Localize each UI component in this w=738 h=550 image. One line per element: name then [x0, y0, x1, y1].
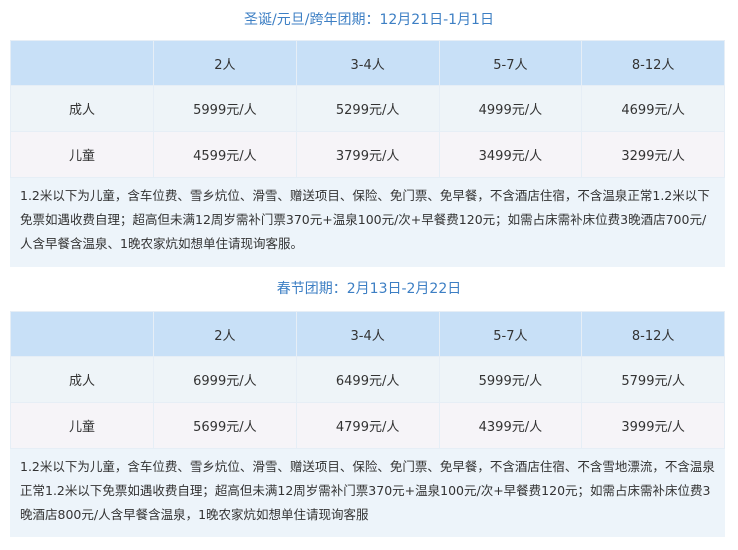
header-cell-2-people: 2人 [153, 311, 297, 357]
price-cell: 5299元/人 [295, 85, 440, 132]
row-label-child: 儿童 [10, 402, 154, 449]
table-row-child: 儿童 5699元/人 4799元/人 4399元/人 3999元/人 [10, 402, 725, 449]
header-cell-2-people: 2人 [153, 40, 297, 86]
price-cell: 5699元/人 [153, 402, 297, 449]
price-table-holiday: 2人 3-4人 5-7人 8-12人 成人 5999元/人 5299元/人 49… [10, 40, 725, 178]
header-cell-5-7-people: 5-7人 [438, 311, 583, 357]
price-cell: 3499元/人 [438, 131, 583, 178]
header-cell-5-7-people: 5-7人 [438, 40, 583, 86]
price-cell: 5799元/人 [581, 356, 725, 403]
price-table-spring-festival: 2人 3-4人 5-7人 8-12人 成人 6999元/人 6499元/人 59… [10, 311, 725, 449]
header-cell-3-4-people: 3-4人 [295, 311, 440, 357]
section-title-spring-festival: 春节团期：2月13日-2月22日 [276, 281, 462, 297]
header-cell-empty [10, 311, 154, 357]
price-cell: 4999元/人 [438, 85, 583, 132]
header-cell-8-12-people: 8-12人 [581, 311, 725, 357]
price-cell: 4699元/人 [581, 85, 725, 132]
price-cell: 4799元/人 [295, 402, 440, 449]
table-row-adult: 成人 5999元/人 5299元/人 4999元/人 4699元/人 [10, 85, 725, 132]
table-row-adult: 成人 6999元/人 6499元/人 5999元/人 5799元/人 [10, 356, 725, 403]
header-cell-empty [10, 40, 154, 86]
table-row-child: 儿童 4599元/人 3799元/人 3499元/人 3299元/人 [10, 131, 725, 178]
price-page: 圣诞/元旦/跨年团期：12月21日-1月1日 2人 3-4人 5-7人 8-12… [0, 0, 738, 550]
header-cell-8-12-people: 8-12人 [581, 40, 725, 86]
row-label-child: 儿童 [10, 131, 154, 178]
price-cell: 3999元/人 [581, 402, 725, 449]
price-cell: 6999元/人 [153, 356, 297, 403]
table-header-row: 2人 3-4人 5-7人 8-12人 [10, 40, 725, 86]
section-note-spring-festival: 1.2米以下为儿童，含车位费、雪乡炕位、滑雪、赠送项目、保险、免门票、免早餐，不… [10, 449, 725, 537]
price-cell: 6499元/人 [295, 356, 440, 403]
price-cell: 3299元/人 [581, 131, 725, 178]
section-note-holiday: 1.2米以下为儿童，含车位费、雪乡炕位、滑雪、赠送项目、保险、免门票、免早餐，不… [10, 178, 725, 267]
price-cell: 4399元/人 [438, 402, 583, 449]
price-cell: 3799元/人 [295, 131, 440, 178]
price-cell: 5999元/人 [153, 85, 297, 132]
header-cell-3-4-people: 3-4人 [295, 40, 440, 86]
table-header-row: 2人 3-4人 5-7人 8-12人 [10, 311, 725, 357]
row-label-adult: 成人 [10, 85, 154, 132]
price-cell: 4599元/人 [153, 131, 297, 178]
price-cell: 5999元/人 [438, 356, 583, 403]
section-title-holiday: 圣诞/元旦/跨年团期：12月21日-1月1日 [244, 12, 494, 28]
row-label-adult: 成人 [10, 356, 154, 403]
